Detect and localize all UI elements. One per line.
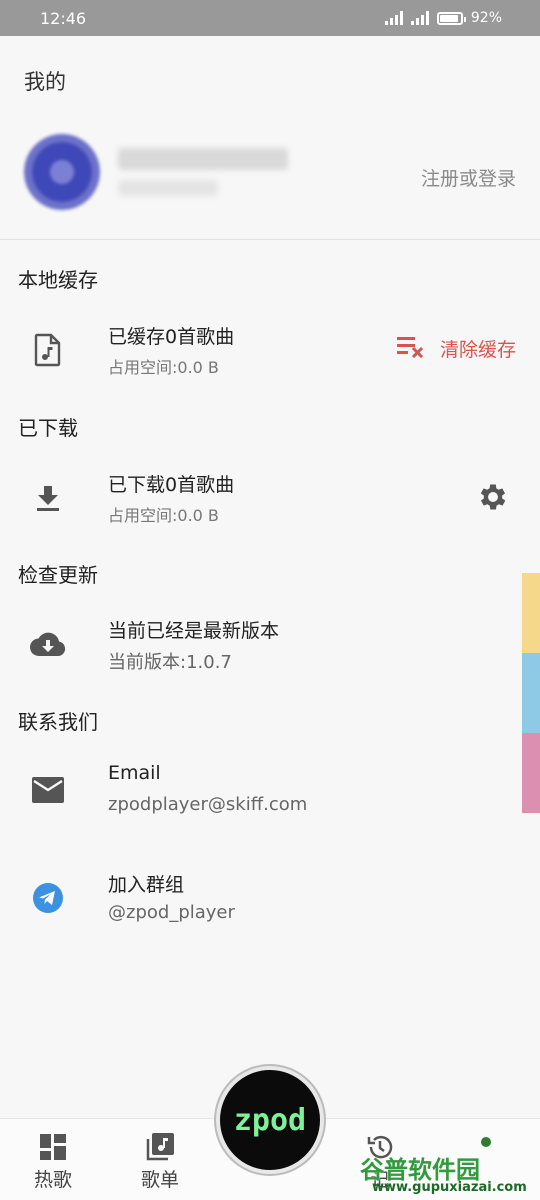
cache-row: 已缓存0首歌曲 占用空间:0.0 B 清除缓存 <box>0 312 540 392</box>
downloaded-row: 已下载0首歌曲 占用空间:0.0 B <box>0 460 540 540</box>
email-address[interactable]: zpodplayer@skiff.com <box>108 794 307 815</box>
nav-tab-hot[interactable]: 热歌 <box>13 1133 93 1192</box>
signal-icon <box>384 11 403 25</box>
mail-icon <box>28 770 68 810</box>
avatar[interactable] <box>24 134 100 210</box>
gear-icon[interactable] <box>476 480 510 514</box>
cloud-download-icon <box>28 624 68 664</box>
active-tab-indicator <box>481 1137 491 1147</box>
clear-list-icon <box>396 334 426 363</box>
nav-tab-playlist[interactable]: 歌单 <box>120 1133 200 1192</box>
clear-cache-label: 清除缓存 <box>439 339 516 361</box>
cache-count: 已缓存0首歌曲 <box>108 326 235 348</box>
downloaded-size: 占用空间:0.0 B <box>108 506 219 525</box>
login-register-link[interactable]: 注册或登录 <box>421 164 516 191</box>
section-title-contact: 联系我们 <box>18 710 98 734</box>
group-label: 加入群组 <box>108 874 185 896</box>
status-indicators: 92% <box>384 10 502 26</box>
telegram-icon <box>28 878 68 918</box>
cache-size: 占用空间:0.0 B <box>108 358 219 377</box>
side-tab-blue[interactable] <box>522 653 540 733</box>
group-row[interactable]: 加入群组 @zpod_player <box>0 860 540 940</box>
battery-icon <box>436 11 466 25</box>
section-title-local-cache: 本地缓存 <box>18 268 98 292</box>
status-time: 12:46 <box>40 8 87 28</box>
watermark-url: www.gupuxiazai.com <box>372 1180 527 1195</box>
download-icon <box>28 478 68 518</box>
divider <box>0 239 540 240</box>
update-status: 当前已经是最新版本 <box>108 620 280 642</box>
side-tab-pink[interactable] <box>522 733 540 813</box>
blurred-username <box>118 148 288 170</box>
update-row[interactable]: 当前已经是最新版本 当前版本:1.0.7 <box>0 606 540 686</box>
side-tab-yellow[interactable] <box>522 573 540 653</box>
grid-icon <box>13 1133 93 1161</box>
email-row[interactable]: Email zpodplayer@skiff.com <box>0 752 540 832</box>
section-title-update: 检查更新 <box>18 563 98 587</box>
zpod-player-button[interactable]: zpod <box>216 1066 324 1174</box>
group-handle[interactable]: @zpod_player <box>108 902 235 923</box>
blurred-user-subtitle <box>118 180 218 196</box>
music-library-icon <box>120 1133 200 1161</box>
section-title-downloaded: 已下载 <box>18 416 78 440</box>
signal-icon-2 <box>410 11 429 25</box>
music-file-icon <box>28 330 68 370</box>
email-label: Email <box>108 762 161 784</box>
nav-label-hot: 热歌 <box>33 1169 72 1191</box>
nav-label-playlist: 歌单 <box>140 1169 179 1191</box>
profile-card[interactable]: 注册或登录 <box>0 120 540 238</box>
page-title: 我的 <box>24 70 66 94</box>
downloaded-count: 已下载0首歌曲 <box>108 474 235 496</box>
current-version: 当前版本:1.0.7 <box>108 652 232 673</box>
status-bar: 12:46 92% <box>0 0 540 36</box>
clear-cache-button[interactable]: 清除缓存 <box>396 334 516 363</box>
battery-percent: 92% <box>470 10 502 26</box>
